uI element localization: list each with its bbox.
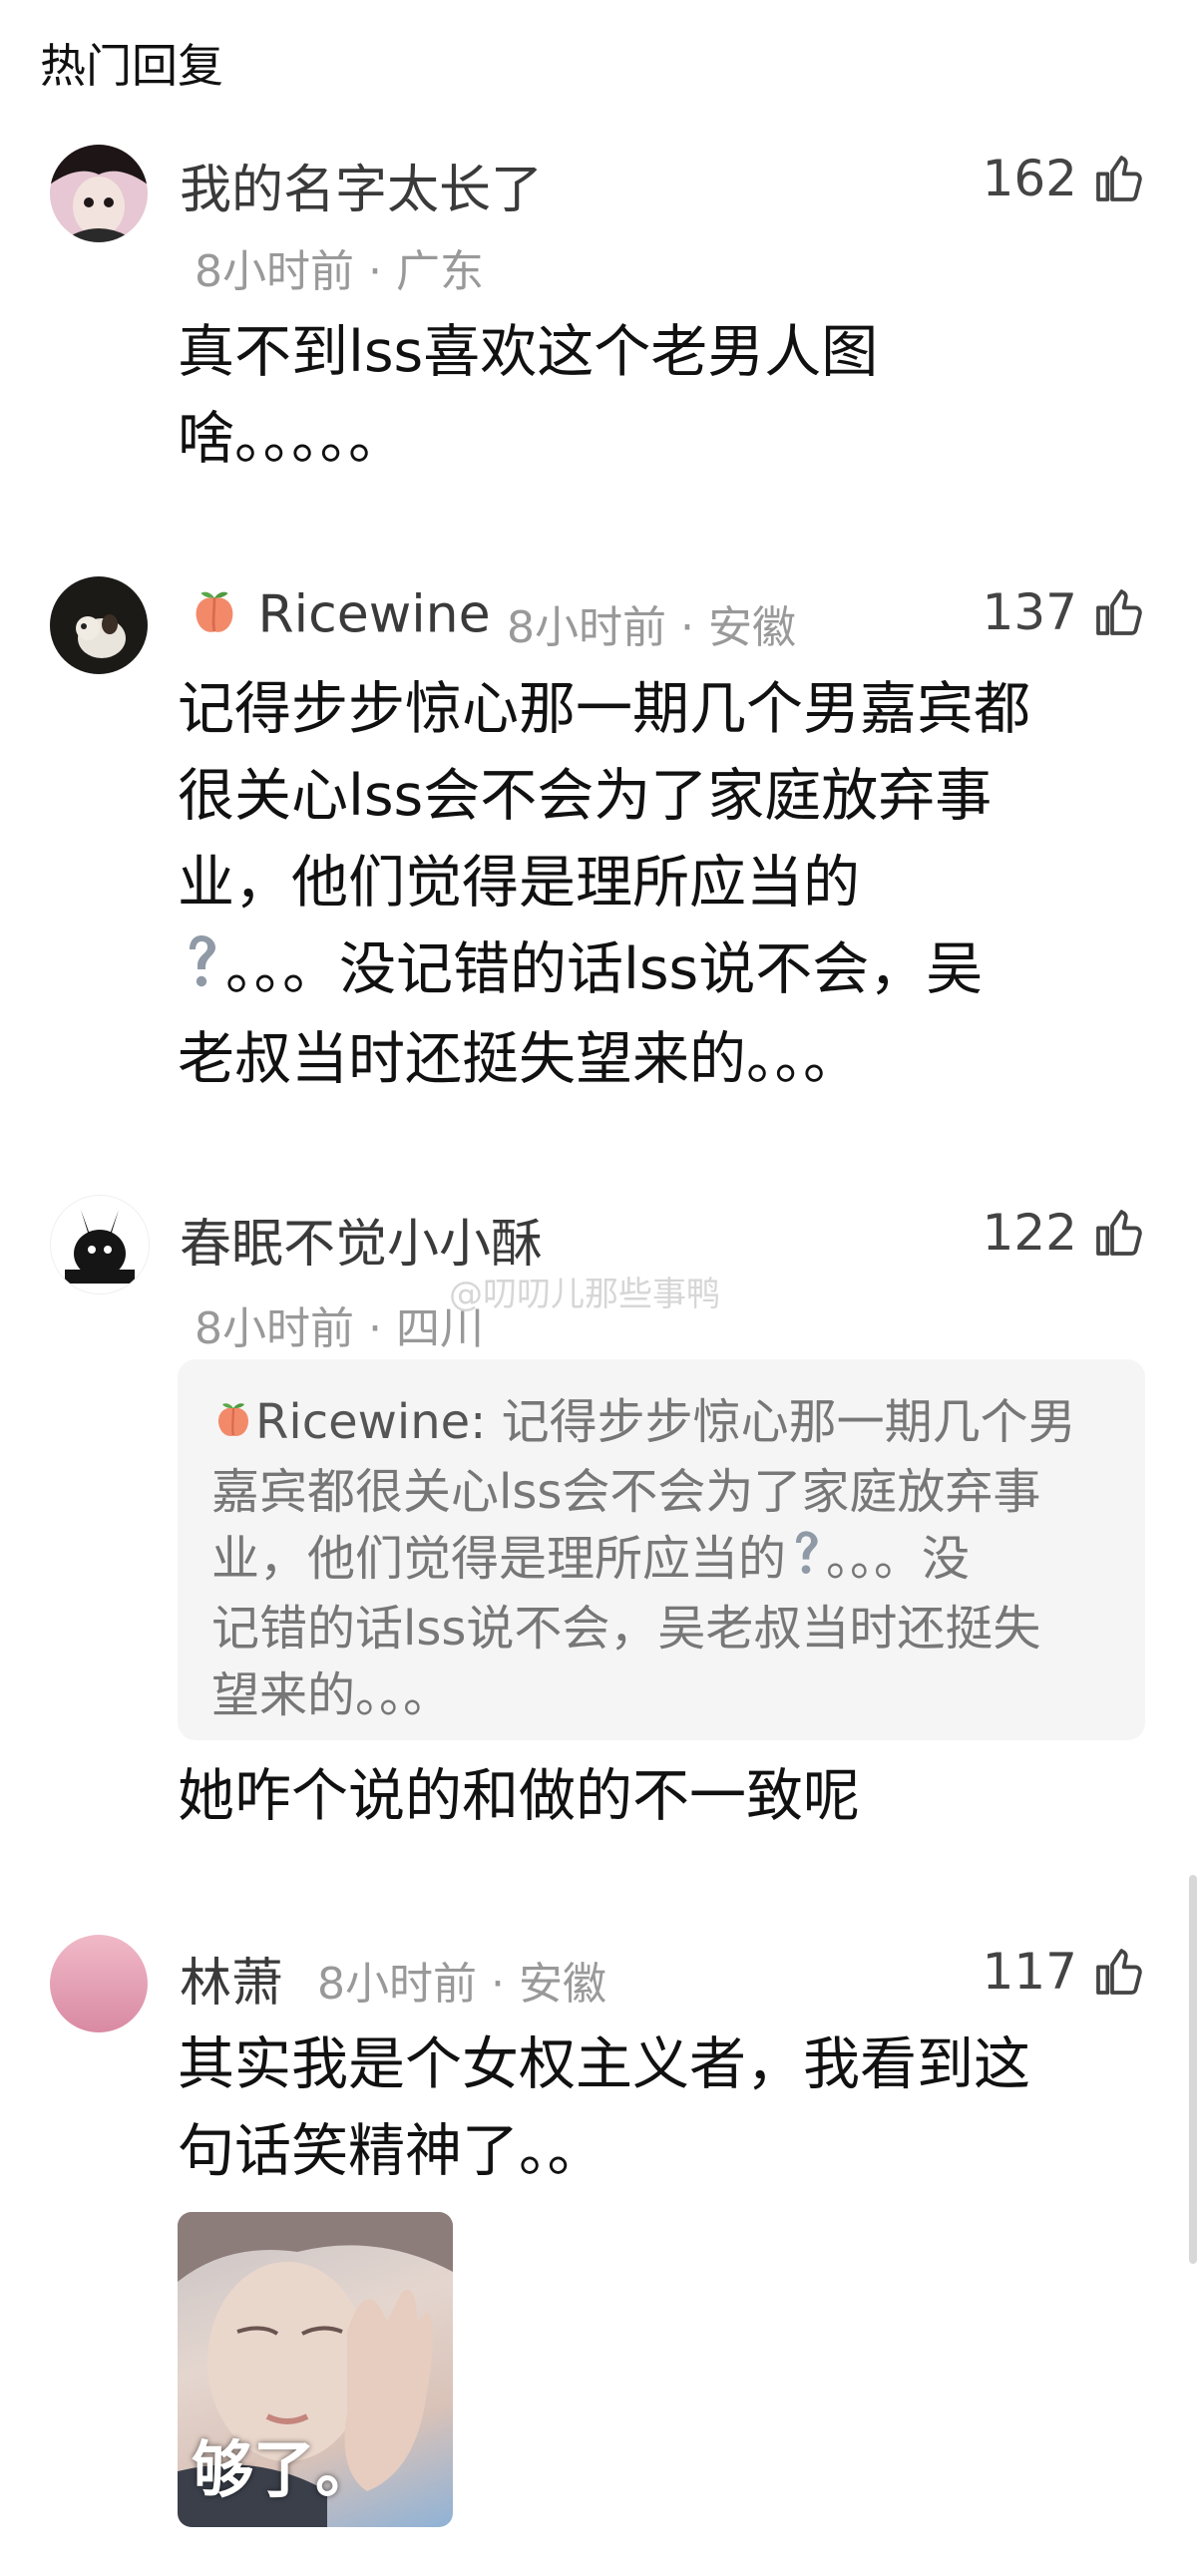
avatar[interactable] bbox=[50, 1195, 150, 1294]
quoted-reply[interactable]: Ricewine: 记得步步惊心那一期几个男 嘉宾都很关心lss会不会为了家庭放… bbox=[178, 1359, 1145, 1740]
comment-username[interactable]: 林萧 bbox=[180, 1941, 283, 2016]
section-title: 热门回复 bbox=[40, 39, 223, 93]
username-text[interactable]: Ricewine bbox=[258, 585, 491, 645]
comment-text: 她咋个说的和做的不一致呢 bbox=[178, 1763, 860, 1829]
quote-author: Ricewine: bbox=[255, 1394, 502, 1450]
thumbs-up-icon bbox=[1096, 1949, 1142, 1995]
comment-meta: 8小时前 · 安徽 bbox=[317, 1959, 606, 2010]
peach-emoji bbox=[211, 1392, 255, 1459]
peach-emoji bbox=[188, 584, 241, 651]
comment-meta: 8小时前 · 安徽 bbox=[507, 602, 796, 653]
question-mark-emoji bbox=[178, 929, 225, 1016]
comment-text: 真不到lss喜欢这个老男人图 啥。。。。。 bbox=[178, 319, 879, 472]
thumbs-up-icon bbox=[1096, 156, 1142, 201]
scrollbar[interactable] bbox=[1189, 1875, 1197, 2264]
comment-meta: 8小时前 · 四川 bbox=[195, 1303, 484, 1354]
comment-text: 记得步步惊心那一期几个男嘉宾都 很关心lss会不会为了家庭放弃事 业，他们觉得是… bbox=[178, 676, 1030, 1092]
like-count: 122 bbox=[982, 1204, 1077, 1262]
image-caption: 够了。 bbox=[192, 2433, 378, 2506]
comment-text: 其实我是个女权主义者，我看到这 句话笑精神了。。 bbox=[178, 2031, 1030, 2184]
like-count: 162 bbox=[982, 150, 1077, 207]
like-count: 117 bbox=[982, 1943, 1077, 2001]
question-mark-emoji bbox=[786, 1528, 826, 1596]
comment-meta: 8小时前 · 广东 bbox=[195, 246, 484, 297]
comment-username[interactable]: 我的名字太长了 bbox=[180, 148, 543, 222]
comment-username[interactable]: 春眠不觉小小酥 bbox=[180, 1202, 543, 1277]
like-button[interactable]: 122 bbox=[983, 1204, 1147, 1262]
avatar[interactable] bbox=[50, 1935, 148, 2032]
watermark: @叨叨儿那些事鸭 bbox=[449, 1275, 720, 1314]
like-button[interactable]: 137 bbox=[983, 583, 1147, 641]
avatar[interactable] bbox=[50, 576, 148, 674]
comment-image[interactable]: 够了。 bbox=[178, 2212, 453, 2527]
like-button[interactable]: 117 bbox=[983, 1943, 1147, 2001]
avatar[interactable] bbox=[50, 145, 148, 242]
comment-username[interactable]: Ricewine bbox=[188, 584, 491, 651]
like-button[interactable]: 162 bbox=[983, 150, 1147, 207]
thumbs-up-icon bbox=[1096, 1210, 1142, 1256]
like-count: 137 bbox=[982, 583, 1077, 641]
thumbs-up-icon bbox=[1096, 589, 1142, 635]
